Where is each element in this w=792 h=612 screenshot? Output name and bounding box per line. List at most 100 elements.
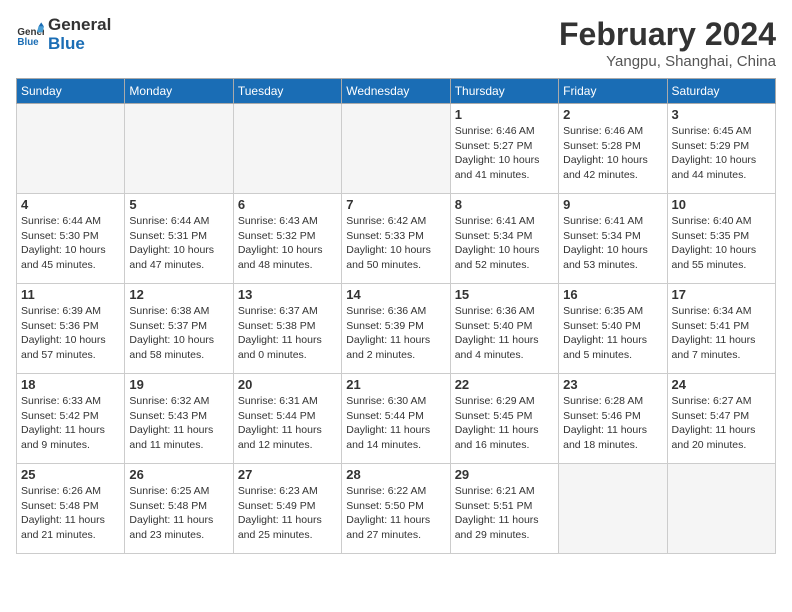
day-info: Sunrise: 6:39 AMSunset: 5:36 PMDaylight:…	[21, 304, 120, 363]
weekday-header-friday: Friday	[559, 79, 667, 104]
calendar-cell: 22Sunrise: 6:29 AMSunset: 5:45 PMDayligh…	[450, 374, 558, 464]
calendar-week-5: 25Sunrise: 6:26 AMSunset: 5:48 PMDayligh…	[17, 464, 776, 554]
day-number: 20	[238, 377, 337, 392]
day-info: Sunrise: 6:36 AMSunset: 5:40 PMDaylight:…	[455, 304, 554, 363]
day-number: 7	[346, 197, 445, 212]
calendar-week-3: 11 Sunrise: 6:39 AMSunset: 5:36 PMDayligh…	[17, 284, 776, 374]
day-number: 8	[455, 197, 554, 212]
calendar-cell	[559, 464, 667, 554]
page-header: General Blue General Blue February 2024 …	[16, 16, 776, 70]
day-info: Sunrise: 6:22 AMSunset: 5:50 PMDaylight:…	[346, 484, 445, 543]
day-info: Sunrise: 6:45 AMSunset: 5:29 PMDaylight:…	[672, 124, 771, 183]
calendar-cell: 27Sunrise: 6:23 AMSunset: 5:49 PMDayligh…	[233, 464, 341, 554]
day-number: 2	[563, 107, 662, 122]
svg-text:Blue: Blue	[17, 36, 39, 47]
day-number: 16	[563, 287, 662, 302]
logo-line1: General	[48, 16, 111, 35]
day-info: Sunrise: 6:46 AMSunset: 5:28 PMDaylight:…	[563, 124, 662, 183]
calendar-cell: 19 Sunrise: 6:32 AMSunset: 5:43 PMDayligh…	[125, 374, 233, 464]
weekday-header-tuesday: Tuesday	[233, 79, 341, 104]
day-info: Sunrise: 6:28 AMSunset: 5:46 PMDaylight:…	[563, 394, 662, 453]
day-number: 9	[563, 197, 662, 212]
calendar-cell: 3 Sunrise: 6:45 AMSunset: 5:29 PMDaylight…	[667, 104, 775, 194]
calendar-cell: 16Sunrise: 6:35 AMSunset: 5:40 PMDayligh…	[559, 284, 667, 374]
day-info: Sunrise: 6:23 AMSunset: 5:49 PMDaylight:…	[238, 484, 337, 543]
day-number: 14	[346, 287, 445, 302]
calendar-cell: 11 Sunrise: 6:39 AMSunset: 5:36 PMDayligh…	[17, 284, 125, 374]
title-block: February 2024 Yangpu, Shanghai, China	[559, 16, 776, 70]
calendar-cell: 26Sunrise: 6:25 AMSunset: 5:48 PMDayligh…	[125, 464, 233, 554]
calendar-cell	[17, 104, 125, 194]
calendar-cell	[125, 104, 233, 194]
day-info: Sunrise: 6:44 AMSunset: 5:30 PMDaylight:…	[21, 214, 120, 273]
day-number: 6	[238, 197, 337, 212]
location-subtitle: Yangpu, Shanghai, China	[559, 53, 776, 70]
calendar-cell: 5Sunrise: 6:44 AMSunset: 5:31 PMDaylight…	[125, 194, 233, 284]
day-info: Sunrise: 6:43 AMSunset: 5:32 PMDaylight:…	[238, 214, 337, 273]
day-info: Sunrise: 6:30 AMSunset: 5:44 PMDaylight:…	[346, 394, 445, 453]
calendar-cell: 8 Sunrise: 6:41 AMSunset: 5:34 PMDaylight…	[450, 194, 558, 284]
calendar-table: SundayMondayTuesdayWednesdayThursdayFrid…	[16, 78, 776, 554]
weekday-header-row: SundayMondayTuesdayWednesdayThursdayFrid…	[17, 79, 776, 104]
day-info: Sunrise: 6:34 AMSunset: 5:41 PMDaylight:…	[672, 304, 771, 363]
day-number: 21	[346, 377, 445, 392]
weekday-header-sunday: Sunday	[17, 79, 125, 104]
calendar-cell	[342, 104, 450, 194]
logo: General Blue General Blue	[16, 16, 111, 53]
day-number: 23	[563, 377, 662, 392]
day-number: 10	[672, 197, 771, 212]
day-number: 29	[455, 467, 554, 482]
calendar-cell: 28 Sunrise: 6:22 AMSunset: 5:50 PMDayligh…	[342, 464, 450, 554]
calendar-cell: 2 Sunrise: 6:46 AMSunset: 5:28 PMDaylight…	[559, 104, 667, 194]
day-info: Sunrise: 6:38 AMSunset: 5:37 PMDaylight:…	[129, 304, 228, 363]
calendar-cell: 14 Sunrise: 6:36 AMSunset: 5:39 PMDayligh…	[342, 284, 450, 374]
day-info: Sunrise: 6:21 AMSunset: 5:51 PMDaylight:…	[455, 484, 554, 543]
day-number: 4	[21, 197, 120, 212]
day-number: 11	[21, 287, 120, 302]
calendar-cell: 12 Sunrise: 6:38 AMSunset: 5:37 PMDayligh…	[125, 284, 233, 374]
day-number: 19	[129, 377, 228, 392]
day-number: 18	[21, 377, 120, 392]
day-number: 28	[346, 467, 445, 482]
day-number: 13	[238, 287, 337, 302]
calendar-cell: 13 Sunrise: 6:37 AMSunset: 5:38 PMDayligh…	[233, 284, 341, 374]
weekday-header-saturday: Saturday	[667, 79, 775, 104]
day-info: Sunrise: 6:27 AMSunset: 5:47 PMDaylight:…	[672, 394, 771, 453]
calendar-cell	[233, 104, 341, 194]
day-info: Sunrise: 6:29 AMSunset: 5:45 PMDaylight:…	[455, 394, 554, 453]
day-info: Sunrise: 6:44 AMSunset: 5:31 PMDaylight:…	[129, 214, 228, 273]
calendar-cell: 1Sunrise: 6:46 AMSunset: 5:27 PMDaylight…	[450, 104, 558, 194]
calendar-week-4: 18Sunrise: 6:33 AMSunset: 5:42 PMDayligh…	[17, 374, 776, 464]
day-number: 3	[672, 107, 771, 122]
day-info: Sunrise: 6:40 AMSunset: 5:35 PMDaylight:…	[672, 214, 771, 273]
calendar-cell: 7Sunrise: 6:42 AMSunset: 5:33 PMDaylight…	[342, 194, 450, 284]
day-info: Sunrise: 6:25 AMSunset: 5:48 PMDaylight:…	[129, 484, 228, 543]
day-info: Sunrise: 6:46 AMSunset: 5:27 PMDaylight:…	[455, 124, 554, 183]
day-info: Sunrise: 6:32 AMSunset: 5:43 PMDaylight:…	[129, 394, 228, 453]
weekday-header-wednesday: Wednesday	[342, 79, 450, 104]
day-number: 24	[672, 377, 771, 392]
calendar-cell: 18Sunrise: 6:33 AMSunset: 5:42 PMDayligh…	[17, 374, 125, 464]
calendar-cell: 17Sunrise: 6:34 AMSunset: 5:41 PMDayligh…	[667, 284, 775, 374]
calendar-cell: 10 Sunrise: 6:40 AMSunset: 5:35 PMDayligh…	[667, 194, 775, 284]
weekday-header-thursday: Thursday	[450, 79, 558, 104]
calendar-cell: 24 Sunrise: 6:27 AMSunset: 5:47 PMDayligh…	[667, 374, 775, 464]
day-number: 15	[455, 287, 554, 302]
calendar-cell: 6 Sunrise: 6:43 AMSunset: 5:32 PMDaylight…	[233, 194, 341, 284]
day-info: Sunrise: 6:37 AMSunset: 5:38 PMDaylight:…	[238, 304, 337, 363]
day-number: 12	[129, 287, 228, 302]
day-info: Sunrise: 6:41 AMSunset: 5:34 PMDaylight:…	[455, 214, 554, 273]
calendar-cell: 4 Sunrise: 6:44 AMSunset: 5:30 PMDaylight…	[17, 194, 125, 284]
calendar-cell: 20Sunrise: 6:31 AMSunset: 5:44 PMDayligh…	[233, 374, 341, 464]
calendar-week-2: 4 Sunrise: 6:44 AMSunset: 5:30 PMDaylight…	[17, 194, 776, 284]
calendar-cell: 29 Sunrise: 6:21 AMSunset: 5:51 PMDayligh…	[450, 464, 558, 554]
calendar-cell	[667, 464, 775, 554]
day-info: Sunrise: 6:36 AMSunset: 5:39 PMDaylight:…	[346, 304, 445, 363]
calendar-cell: 21 Sunrise: 6:30 AMSunset: 5:44 PMDayligh…	[342, 374, 450, 464]
day-info: Sunrise: 6:41 AMSunset: 5:34 PMDaylight:…	[563, 214, 662, 273]
weekday-header-monday: Monday	[125, 79, 233, 104]
day-info: Sunrise: 6:26 AMSunset: 5:48 PMDaylight:…	[21, 484, 120, 543]
calendar-week-1: 1Sunrise: 6:46 AMSunset: 5:27 PMDaylight…	[17, 104, 776, 194]
calendar-cell: 25Sunrise: 6:26 AMSunset: 5:48 PMDayligh…	[17, 464, 125, 554]
calendar-cell: 23 Sunrise: 6:28 AMSunset: 5:46 PMDayligh…	[559, 374, 667, 464]
